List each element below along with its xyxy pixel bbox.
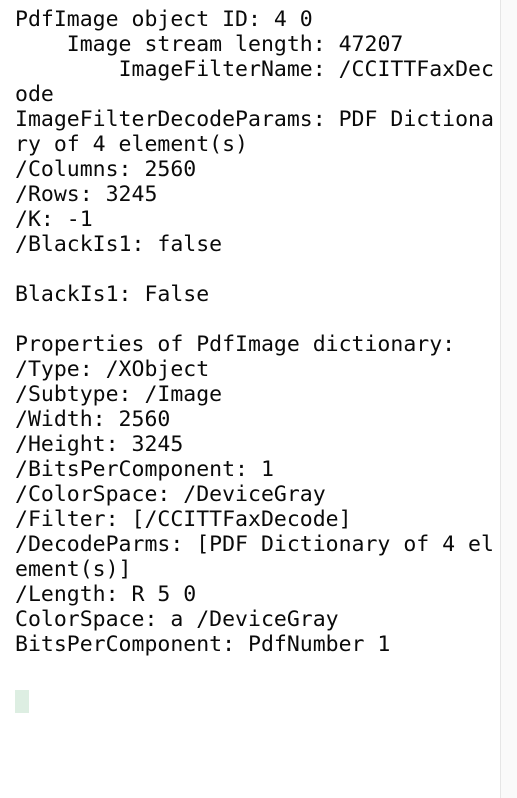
right-gutter-divider	[500, 0, 517, 798]
console-output-window: PdfImage object ID: 4 0 Image stream len…	[0, 0, 517, 798]
console-output-pane[interactable]: PdfImage object ID: 4 0 Image stream len…	[0, 0, 500, 798]
text-cursor-block	[15, 690, 29, 713]
console-output-text: PdfImage object ID: 4 0 Image stream len…	[15, 7, 494, 657]
